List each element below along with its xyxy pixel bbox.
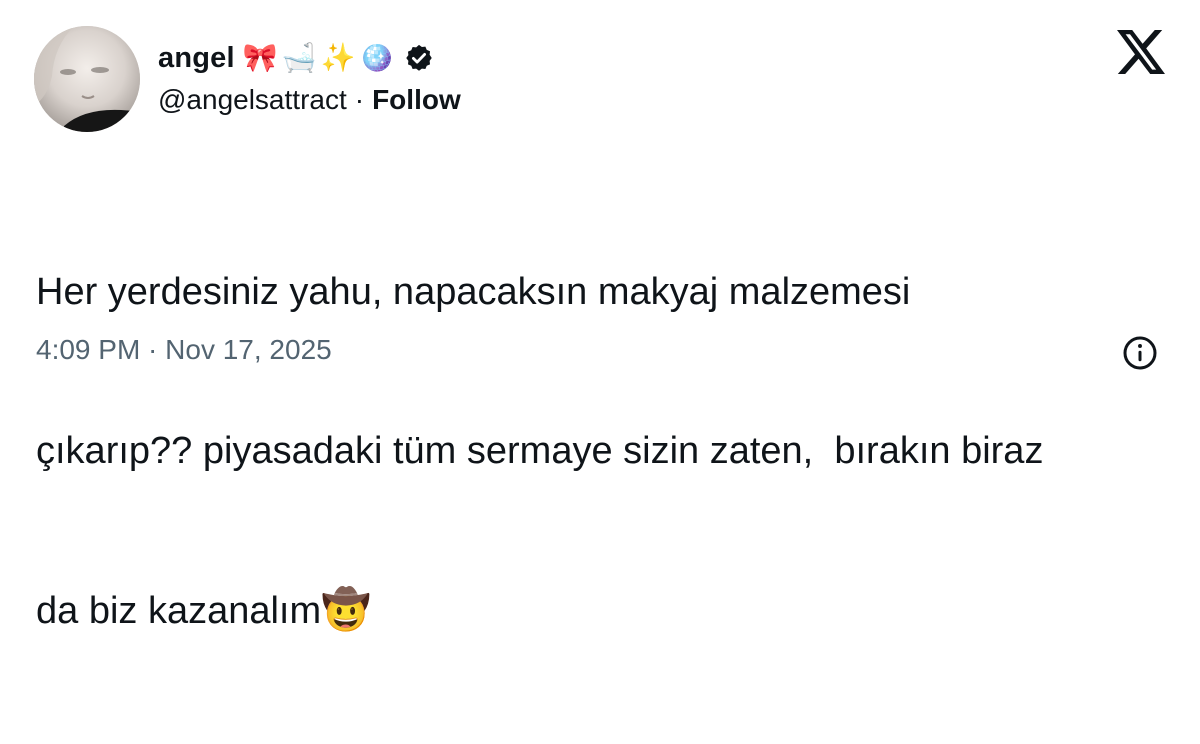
tweet-line-3-text: da biz kazanalım: [36, 590, 322, 632]
separator-dot: ·: [354, 84, 365, 115]
avatar[interactable]: [34, 26, 140, 132]
mirror-ball-emoji: 🪩: [359, 41, 395, 74]
info-icon[interactable]: [1122, 335, 1158, 371]
tweet-line-2: çıkarıp?? piyasadaki tüm sermaye sizin z…: [36, 430, 1044, 472]
follow-button[interactable]: Follow: [372, 84, 461, 116]
tweet-card: angel 🎀 🛁 ✨ 🪩 @angelsattract · Follow He…: [0, 0, 1200, 633]
author-name[interactable]: angel: [158, 42, 235, 75]
sparkles-emoji: ✨: [320, 41, 356, 74]
name-emojis: 🎀 🛁 ✨ 🪩: [243, 44, 395, 72]
x-logo-icon[interactable]: [1117, 30, 1165, 74]
tweet-timestamp[interactable]: 4:09 PM · Nov 17, 2025: [36, 334, 332, 366]
verified-badge-icon: [406, 44, 432, 71]
tweet-text: Her yerdesiniz yahu, napacaksın makyaj m…: [36, 160, 1166, 744]
author-handle-row: @angelsattract · Follow: [158, 84, 461, 116]
author-name-row: angel 🎀 🛁 ✨ 🪩: [158, 38, 434, 78]
bathtub-emoji: 🛁: [281, 41, 317, 74]
tweet-line-1: Her yerdesiniz yahu, napacaksın makyaj m…: [36, 271, 911, 313]
cowboy-emoji: 🤠: [321, 587, 371, 633]
ribbon-emoji: 🎀: [242, 41, 278, 74]
author-handle[interactable]: @angelsattract: [158, 84, 347, 116]
tweet-line-3: da biz kazanalım🤠: [36, 584, 1166, 638]
avatar-photo: [34, 26, 140, 132]
